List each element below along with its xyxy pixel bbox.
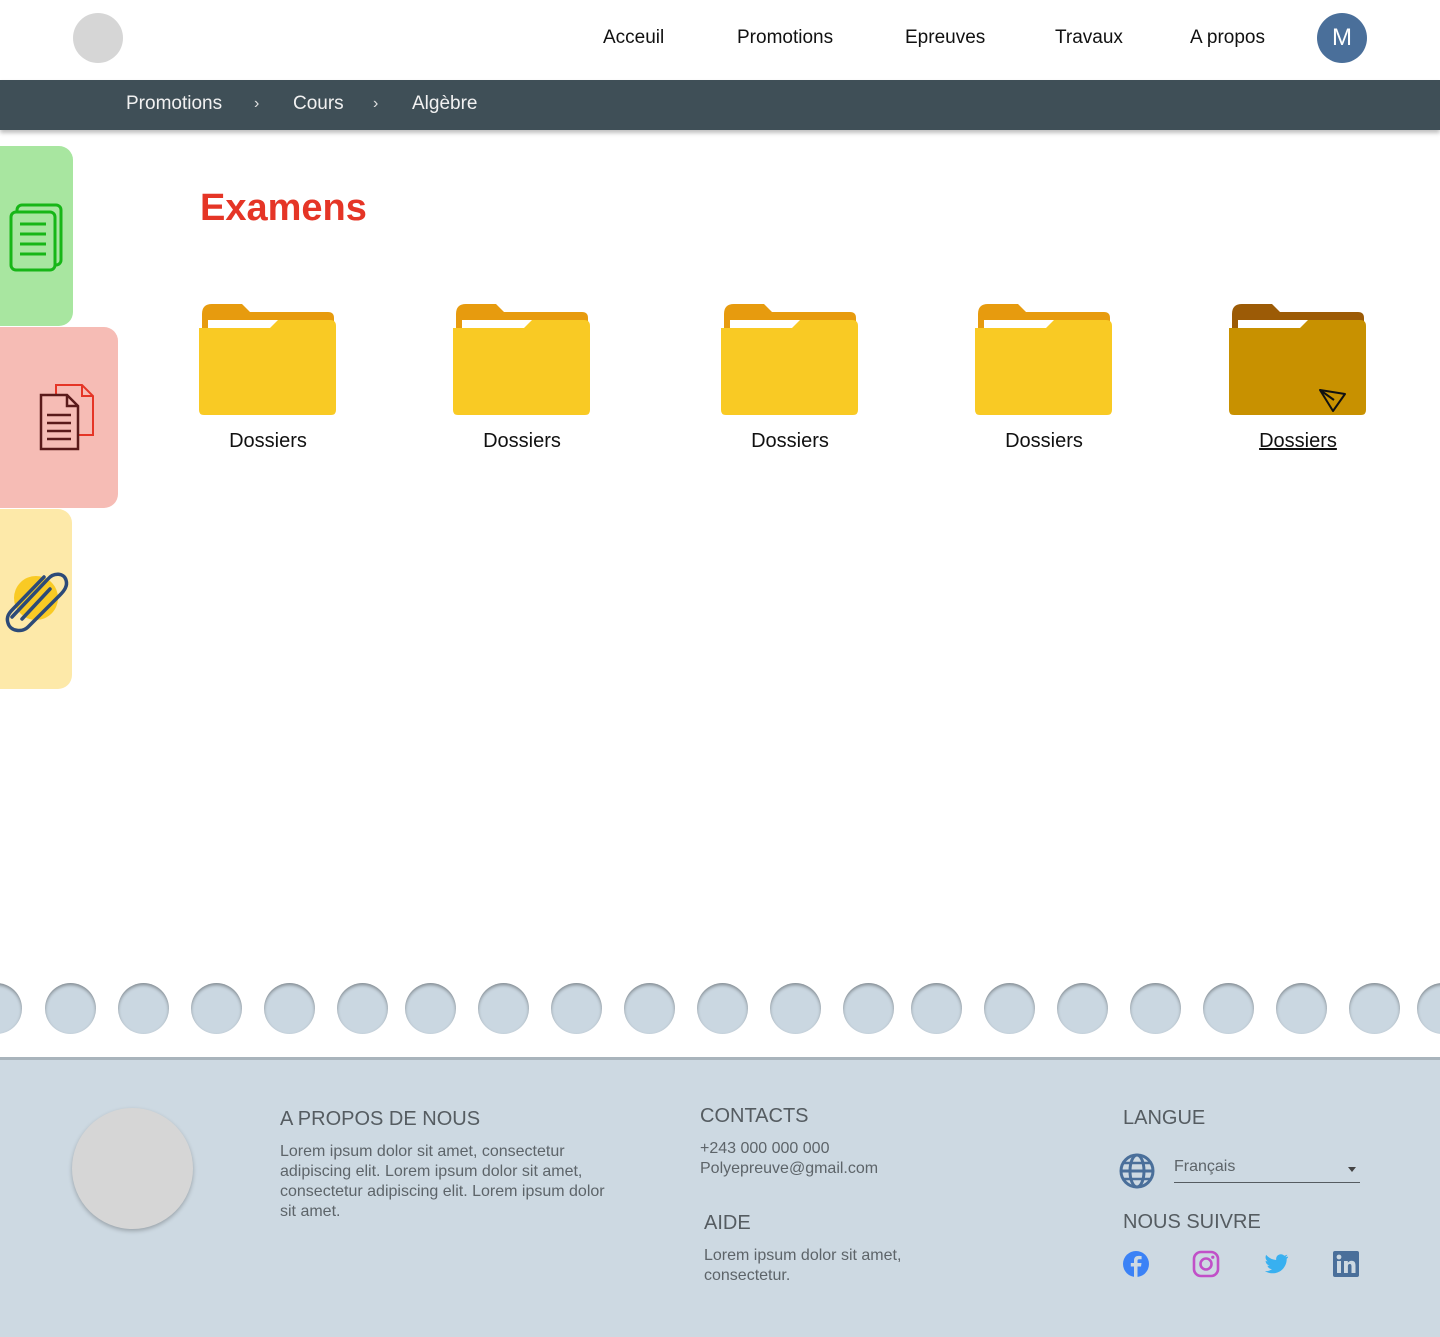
site-logo[interactable]	[73, 13, 123, 63]
nav-travaux[interactable]: Travaux	[1055, 27, 1123, 49]
decorative-dot	[405, 983, 456, 1034]
user-avatar[interactable]: M	[1317, 13, 1367, 63]
decorative-dot	[0, 983, 22, 1034]
folder-label: Dossiers	[483, 430, 561, 452]
decorative-dot	[551, 983, 602, 1034]
folder-label: Dossiers	[229, 430, 307, 452]
folder-item[interactable]: Dossiers	[974, 300, 1114, 460]
decorative-dot	[911, 983, 962, 1034]
decorative-dot	[118, 983, 169, 1034]
folder-item[interactable]: Dossiers	[198, 300, 338, 460]
footer-about-title: A PROPOS DE NOUS	[280, 1108, 481, 1130]
breadcrumb: Promotions › Cours › Algèbre	[0, 80, 1440, 130]
footer-language-title: LANGUE	[1123, 1107, 1206, 1129]
nav-epreuves[interactable]: Epreuves	[905, 27, 985, 49]
language-select[interactable]: Français	[1174, 1158, 1360, 1183]
folder-label: Dossiers	[1259, 430, 1337, 452]
decorative-dot	[1349, 983, 1400, 1034]
chevron-right-icon: ›	[254, 95, 260, 112]
footer-email[interactable]: Polyepreuve@gmail.com	[700, 1159, 878, 1179]
folder-item-hovered[interactable]: Dossiers	[1228, 300, 1368, 460]
folder-icon	[199, 304, 336, 415]
decorative-dot	[843, 983, 894, 1034]
footer-follow-title: NOUS SUIVRE	[1123, 1211, 1261, 1233]
breadcrumb-promotions[interactable]: Promotions	[126, 93, 222, 115]
caret-down-icon	[1348, 1167, 1356, 1172]
decorative-dot	[1276, 983, 1327, 1034]
side-tab-documents[interactable]	[0, 146, 73, 326]
page-title: Examens	[200, 187, 367, 229]
nav-a-propos[interactable]: A propos	[1190, 27, 1265, 49]
globe-icon	[1119, 1153, 1155, 1189]
folder-label: Dossiers	[1005, 430, 1083, 452]
side-tab-pdf[interactable]	[0, 327, 118, 508]
instagram-icon[interactable]	[1192, 1250, 1220, 1278]
pdf-document-icon	[39, 384, 94, 451]
footer-phone[interactable]: +243 000 000 000	[700, 1139, 829, 1159]
decorative-dot	[1203, 983, 1254, 1034]
folder-label: Dossiers	[751, 430, 829, 452]
decorative-dot	[264, 983, 315, 1034]
decorative-dot	[1130, 983, 1181, 1034]
breadcrumb-cours[interactable]: Cours	[293, 93, 344, 115]
footer-contacts-title: CONTACTS	[700, 1105, 809, 1127]
decorative-dot	[337, 983, 388, 1034]
footer-logo[interactable]	[72, 1108, 193, 1229]
decorative-dot	[697, 983, 748, 1034]
folder-icon	[721, 304, 858, 415]
decorative-dot	[624, 983, 675, 1034]
footer-help-title: AIDE	[704, 1212, 751, 1234]
decorative-dot	[770, 983, 821, 1034]
folder-item[interactable]: Dossiers	[452, 300, 592, 460]
decorative-dot	[45, 983, 96, 1034]
top-navbar: Acceuil Promotions Epreuves Travaux A pr…	[0, 0, 1440, 80]
nav-acceuil[interactable]: Acceuil	[603, 27, 664, 49]
folder-icon	[453, 304, 590, 415]
breadcrumb-algebre: Algèbre	[412, 93, 478, 114]
footer-about-text: Lorem ipsum dolor sit amet, consectetur …	[280, 1143, 605, 1220]
facebook-icon[interactable]	[1122, 1250, 1150, 1278]
footer-help-text: Lorem ipsum dolor sit amet, consectetur.	[704, 1247, 902, 1284]
twitter-icon[interactable]	[1262, 1250, 1290, 1278]
side-tab-attachments[interactable]	[0, 509, 72, 689]
decorative-dot	[1417, 983, 1440, 1034]
decorative-dot	[478, 983, 529, 1034]
folder-icon	[975, 304, 1112, 415]
cursor-pointer-icon	[1319, 389, 1346, 412]
documents-icon	[9, 203, 63, 272]
decorative-dot	[984, 983, 1035, 1034]
nav-promotions[interactable]: Promotions	[737, 27, 833, 49]
decorative-dot	[1057, 983, 1108, 1034]
folder-item[interactable]: Dossiers	[720, 300, 860, 460]
paperclip-icon	[5, 572, 69, 633]
language-select-value: Français	[1174, 1158, 1236, 1175]
linkedin-icon[interactable]	[1332, 1250, 1360, 1278]
site-footer: A PROPOS DE NOUS Lorem ipsum dolor sit a…	[0, 1057, 1440, 1337]
decorative-dot	[191, 983, 242, 1034]
chevron-right-icon: ›	[373, 95, 379, 112]
